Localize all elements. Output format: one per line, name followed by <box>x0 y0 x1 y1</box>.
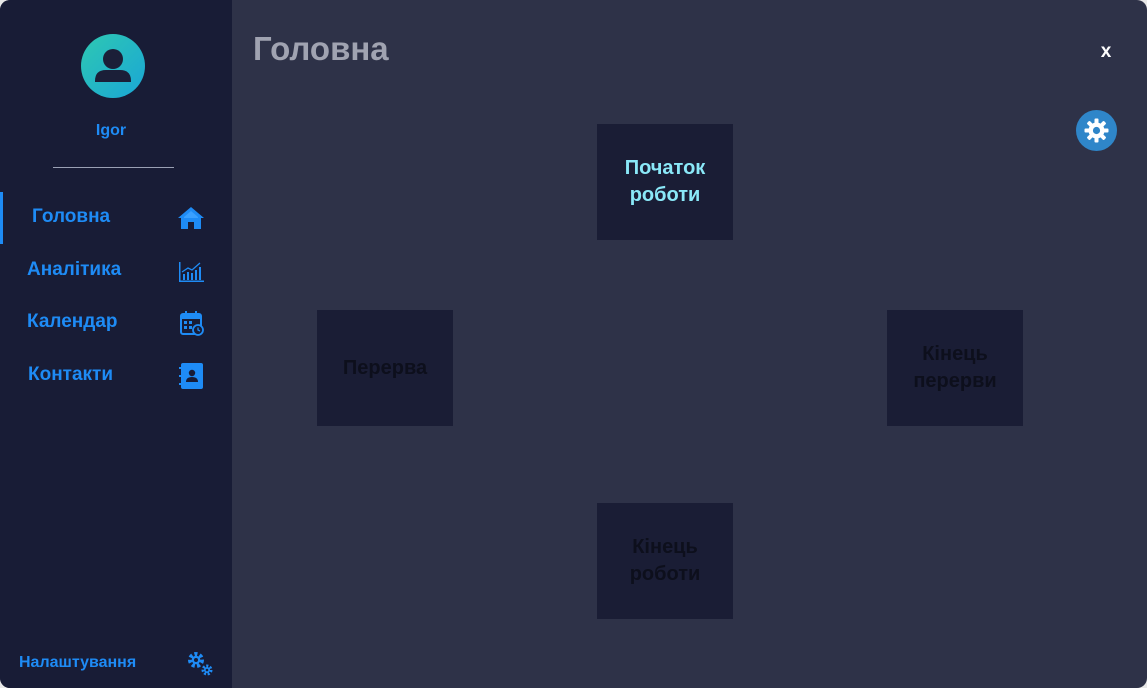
calendar-icon <box>180 311 204 336</box>
app-window: Igor Головна Аналітика Календар Контакти… <box>0 0 1147 688</box>
settings-link[interactable]: Налаштування <box>19 654 136 672</box>
contacts-book-icon <box>179 363 203 389</box>
break-button[interactable]: Перерва <box>317 310 453 426</box>
sidebar-item-analytics[interactable]: Аналітика <box>0 245 232 297</box>
end-break-button[interactable]: Кінець перерви <box>887 310 1023 426</box>
sidebar-item-label: Аналітика <box>27 259 122 280</box>
sidebar-item-label: Контакти <box>28 364 114 385</box>
settings-button[interactable] <box>1076 110 1117 151</box>
sidebar-item-label: Календар <box>27 311 118 332</box>
sidebar-item-label: Головна <box>32 206 111 227</box>
avatar[interactable] <box>81 34 145 98</box>
end-work-button[interactable]: Кінець роботи <box>597 503 733 619</box>
user-icon <box>95 49 131 82</box>
analytics-chart-icon <box>179 262 204 282</box>
sidebar: Igor Головна Аналітика Календар Контакти… <box>0 0 232 688</box>
home-icon <box>178 207 204 229</box>
gears-icon[interactable] <box>186 650 216 678</box>
page-title: Головна <box>253 30 389 67</box>
close-button[interactable]: x <box>1094 40 1118 64</box>
gear-icon <box>1084 118 1109 143</box>
sidebar-divider <box>53 167 174 168</box>
sidebar-item-calendar[interactable]: Календар <box>0 297 232 349</box>
username: Igor <box>95 122 127 139</box>
sidebar-item-contacts[interactable]: Контакти <box>0 350 232 402</box>
sidebar-item-home[interactable]: Головна <box>0 192 232 244</box>
start-work-button[interactable]: Початок роботи <box>597 124 733 240</box>
